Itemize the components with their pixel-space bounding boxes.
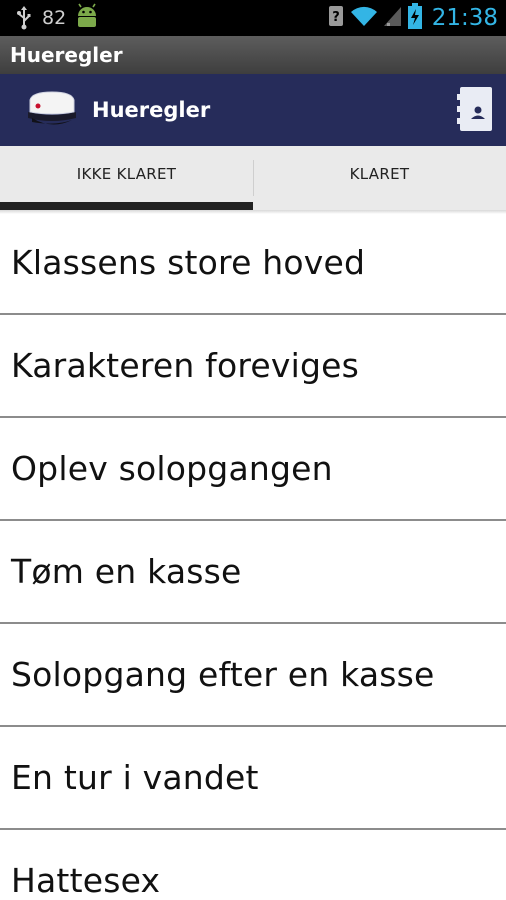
window-title: Hueregler — [10, 43, 123, 67]
list-item-label: Karakteren foreviges — [11, 346, 360, 385]
android-debug-icon — [74, 2, 100, 34]
tab-bar: IKKE KLARET KLARET — [0, 146, 506, 210]
cell-signal-icon — [383, 5, 402, 31]
signal-unknown-icon: ? — [328, 5, 344, 31]
rule-list: Klassens store hoved Karakteren forevige… — [0, 212, 506, 900]
usb-icon — [14, 6, 34, 30]
battery-percent-text: 82 — [42, 7, 67, 29]
list-item[interactable]: Tøm en kasse — [0, 521, 506, 624]
tab-ikke-klaret[interactable]: IKKE KLARET — [0, 146, 253, 210]
list-item-label: Tøm en kasse — [11, 552, 242, 591]
contact-card-icon[interactable] — [456, 86, 494, 134]
list-item-label: Hattesex — [11, 861, 161, 900]
window-title-bar: Hueregler — [0, 36, 506, 74]
list-item-label: Oplev solopgangen — [11, 449, 333, 488]
list-item[interactable]: Karakteren foreviges — [0, 315, 506, 418]
status-bar: 82 ? 21:38 — [0, 0, 506, 36]
student-cap-icon[interactable] — [26, 90, 78, 130]
svg-text:?: ? — [332, 10, 340, 25]
list-item-label: Klassens store hoved — [11, 243, 366, 282]
wifi-icon — [350, 5, 378, 31]
list-item[interactable]: Solopgang efter en kasse — [0, 624, 506, 727]
list-item-label: Solopgang efter en kasse — [11, 655, 435, 694]
list-item[interactable]: Oplev solopgangen — [0, 418, 506, 521]
action-bar: Hueregler — [0, 74, 506, 146]
list-item-label: En tur i vandet — [11, 758, 259, 797]
clock-text: 21:38 — [431, 5, 498, 31]
list-item[interactable]: Hattesex — [0, 830, 506, 900]
action-bar-title: Hueregler — [92, 98, 211, 122]
tab-klaret[interactable]: KLARET — [253, 146, 506, 210]
list-item[interactable]: En tur i vandet — [0, 727, 506, 830]
list-item[interactable]: Klassens store hoved — [0, 212, 506, 315]
battery-charging-icon — [407, 3, 422, 33]
